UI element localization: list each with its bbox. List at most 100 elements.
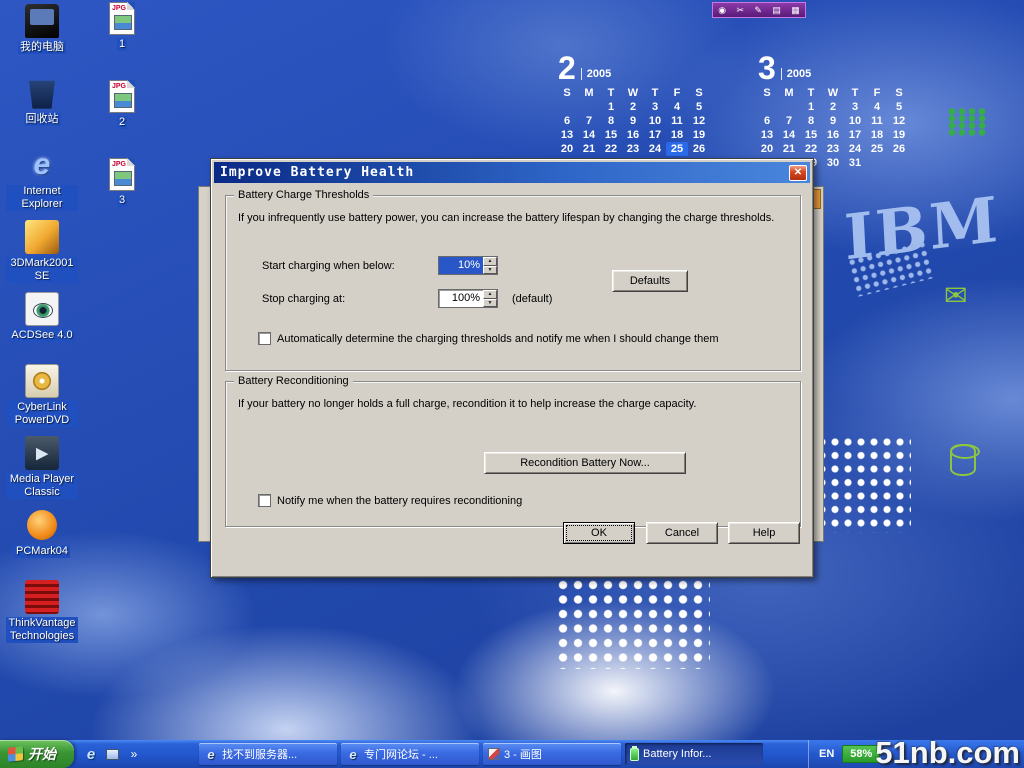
desktop-icon-thinkvantage[interactable]: ThinkVantage Technologies — [6, 580, 78, 643]
calendar-day: 25 — [666, 142, 688, 156]
desktop-icon-pcmark04[interactable]: PCMark04 — [6, 508, 78, 558]
ok-button[interactable]: OK — [563, 522, 635, 544]
recycle-bin-icon — [25, 76, 59, 110]
taskbar-task[interactable]: e专门网论坛 - ... — [341, 743, 479, 765]
scissors-icon[interactable]: ✂ — [736, 6, 744, 15]
jpg-file-icon[interactable]: JPG2 — [109, 80, 135, 129]
battery-icon — [630, 748, 639, 761]
weekday-label: T — [800, 86, 822, 100]
defaults-button[interactable]: Defaults — [612, 270, 688, 292]
calendar-day: 19 — [688, 128, 710, 142]
calendar-day: 12 — [688, 114, 710, 128]
calendar-day: 22 — [600, 142, 622, 156]
calendar-week-row: 6789101112 — [756, 114, 914, 128]
desktop-icon-label: 回收站 — [24, 113, 61, 126]
calendar-day: 14 — [578, 128, 600, 142]
jpg-file-icon[interactable]: JPG3 — [109, 158, 135, 207]
ie-quicklaunch-icon[interactable]: e — [83, 746, 99, 762]
taskbar-task[interactable]: Battery Infor... — [625, 743, 763, 765]
stop-threshold-spinner: ▲ ▼ — [483, 290, 497, 307]
calendar-day: 20 — [556, 142, 578, 156]
calendar-day: 20 — [756, 142, 778, 156]
calendar-day: 12 — [888, 114, 910, 128]
paint-icon — [488, 748, 500, 760]
spin-up-button[interactable]: ▲ — [483, 257, 497, 266]
calendar-day: 19 — [888, 128, 910, 142]
watermark: 51nb.com — [875, 735, 1020, 768]
desktop-icon-my-computer[interactable]: 我的电脑 — [6, 4, 78, 54]
taskbar-task[interactable]: e找不到服务器... — [199, 743, 337, 765]
auto-determine-checkbox[interactable] — [258, 332, 271, 345]
calendar-day: 18 — [866, 128, 888, 142]
calendar-day: 13 — [556, 128, 578, 142]
notify-reconditioning-checkbox[interactable] — [258, 494, 271, 507]
start-button[interactable]: 开始 — [0, 740, 74, 768]
close-button[interactable]: ✕ — [789, 165, 807, 181]
desktop: IBM ✉ 我的电脑回收站eInternet Explorer3DMark200… — [0, 0, 1024, 768]
desktop-icon-3dmark2001[interactable]: 3DMark2001 SE — [6, 220, 78, 283]
jpg-icon: JPG — [109, 2, 135, 35]
grid-icon[interactable]: ▦ — [791, 6, 800, 15]
calendar-week-row: 20212223242526 — [756, 142, 914, 156]
jpg-file-icon[interactable]: JPG1 — [109, 2, 135, 51]
desktop-icon-label: Internet Explorer — [6, 185, 78, 211]
taskbar-task[interactable]: 3 - 画图 — [483, 743, 621, 765]
calendar-day: 8 — [800, 114, 822, 128]
desktop-icon-mpc[interactable]: ▶Media Player Classic — [6, 436, 78, 499]
language-indicator[interactable]: EN — [819, 748, 834, 760]
calendar-week-row: 13141516171819 — [756, 128, 914, 142]
recondition-battery-button[interactable]: Recondition Battery Now... — [484, 452, 686, 474]
calendar-weekday-row: SMTWTFS — [556, 86, 714, 100]
weekday-label: S — [556, 86, 578, 100]
chevron-overflow-icon[interactable]: » — [126, 746, 142, 762]
spin-down-button[interactable]: ▼ — [483, 266, 497, 275]
weekday-label: F — [666, 86, 688, 100]
help-button[interactable]: Help — [728, 522, 800, 544]
jpg-icon: JPG — [109, 158, 135, 191]
start-button-label: 开始 — [28, 744, 56, 764]
acdsee-icon — [25, 292, 59, 326]
calendar-week-row: 20212223242526 — [556, 142, 714, 156]
dialog-titlebar[interactable]: Improve Battery Health ✕ — [214, 162, 810, 183]
jpg-badge: JPG — [112, 82, 126, 91]
calendar-day: 3 — [844, 100, 866, 114]
default-note: (default) — [512, 293, 552, 305]
battery-reconditioning-group: Battery Reconditioning If your battery n… — [225, 381, 801, 527]
pen-icon[interactable]: ✎ — [754, 6, 762, 15]
notify-reconditioning-label: Notify me when the battery requires reco… — [277, 495, 522, 507]
camera-icon[interactable]: ◉ — [718, 6, 726, 15]
desktop-icon-internet-explorer[interactable]: eInternet Explorer — [6, 148, 78, 211]
desktop-icon-acdsee[interactable]: ACDSee 4.0 — [6, 292, 78, 342]
dialog-title: Improve Battery Health — [220, 165, 789, 180]
spin-down-button[interactable]: ▼ — [483, 299, 497, 308]
calendar-day: 6 — [756, 114, 778, 128]
auto-determine-label: Automatically determine the charging thr… — [277, 333, 718, 345]
calendar-day: 9 — [822, 114, 844, 128]
battery-charge-thresholds-group: Battery Charge Thresholds If you infrequ… — [225, 195, 801, 371]
capture-toolbar[interactable]: ◉ ✂ ✎ ▤ ▦ — [712, 2, 806, 18]
desktop-icon-label: ThinkVantage Technologies — [6, 617, 78, 643]
stop-threshold-input[interactable]: 100% ▲ ▼ — [438, 289, 498, 308]
calendar-day — [756, 100, 778, 114]
spin-up-button[interactable]: ▲ — [483, 290, 497, 299]
quick-launch: e » — [74, 740, 151, 768]
desktop-icon-recycle-bin[interactable]: 回收站 — [6, 76, 78, 126]
desktop-icon-label: Media Player Classic — [6, 473, 78, 499]
desktop-icon-powerdvd[interactable]: CyberLink PowerDVD — [6, 364, 78, 427]
auto-determine-row: Automatically determine the charging thr… — [258, 332, 718, 345]
reconditioning-group-title: Battery Reconditioning — [234, 375, 353, 388]
calendar-day: 6 — [556, 114, 578, 128]
cancel-button[interactable]: Cancel — [646, 522, 718, 544]
envelope-icon: ✉ — [944, 282, 967, 310]
show-desktop-icon[interactable] — [106, 749, 119, 760]
my-computer-icon — [25, 4, 59, 38]
calendar-day: 10 — [644, 114, 666, 128]
calendar-day: 17 — [644, 128, 666, 142]
calendar-day — [888, 156, 910, 170]
calendar-day: 15 — [800, 128, 822, 142]
start-threshold-input[interactable]: 10% ▲ ▼ — [438, 256, 498, 275]
calendar-weekday-row: SMTWTFS — [756, 86, 914, 100]
doc-icon[interactable]: ▤ — [772, 6, 781, 15]
notify-reconditioning-row: Notify me when the battery requires reco… — [258, 494, 522, 507]
calendar-day: 31 — [844, 156, 866, 170]
